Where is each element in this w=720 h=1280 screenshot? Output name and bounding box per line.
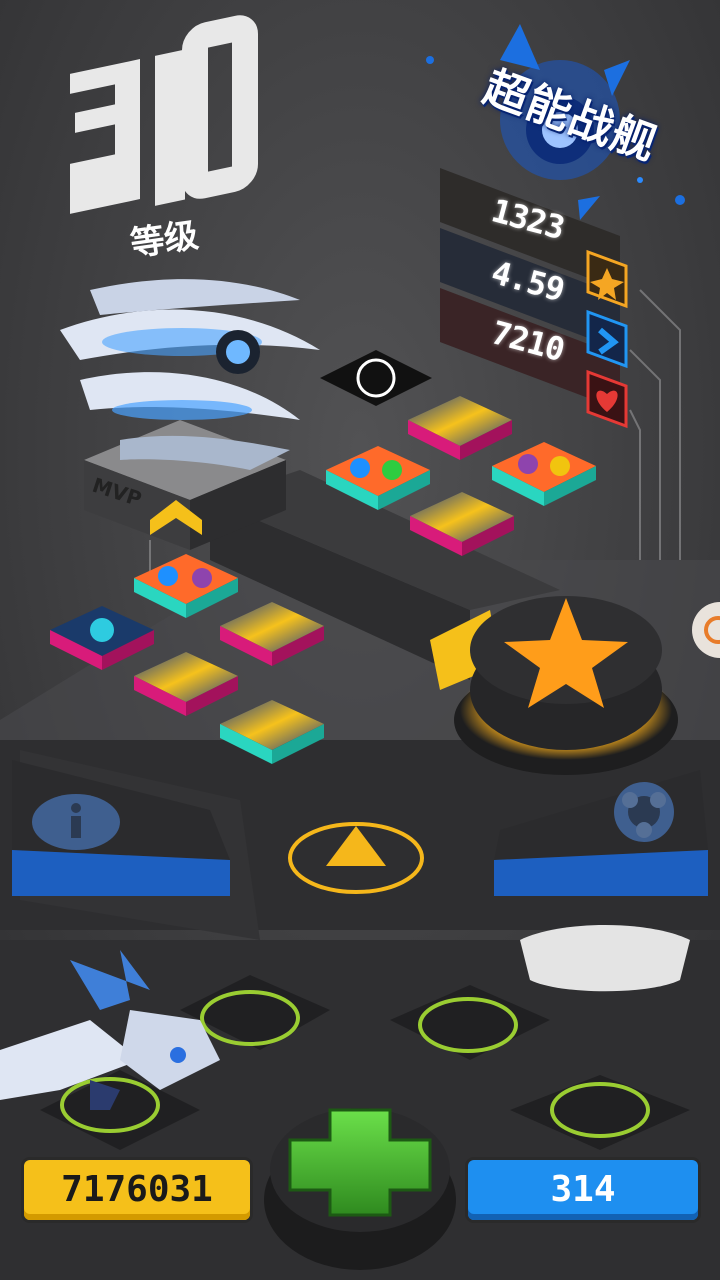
gems-counter[interactable]: 314 [468, 1160, 698, 1220]
info-icon[interactable] [71, 803, 81, 838]
gallery-hex-icon[interactable] [614, 782, 674, 842]
game-board-scene [0, 0, 720, 1280]
white-creature[interactable] [520, 925, 690, 992]
star-action-button[interactable] [454, 596, 678, 775]
coins-counter[interactable]: 7176031 [24, 1160, 250, 1220]
add-button[interactable] [264, 1108, 456, 1270]
level-label: 等级 [128, 215, 201, 265]
